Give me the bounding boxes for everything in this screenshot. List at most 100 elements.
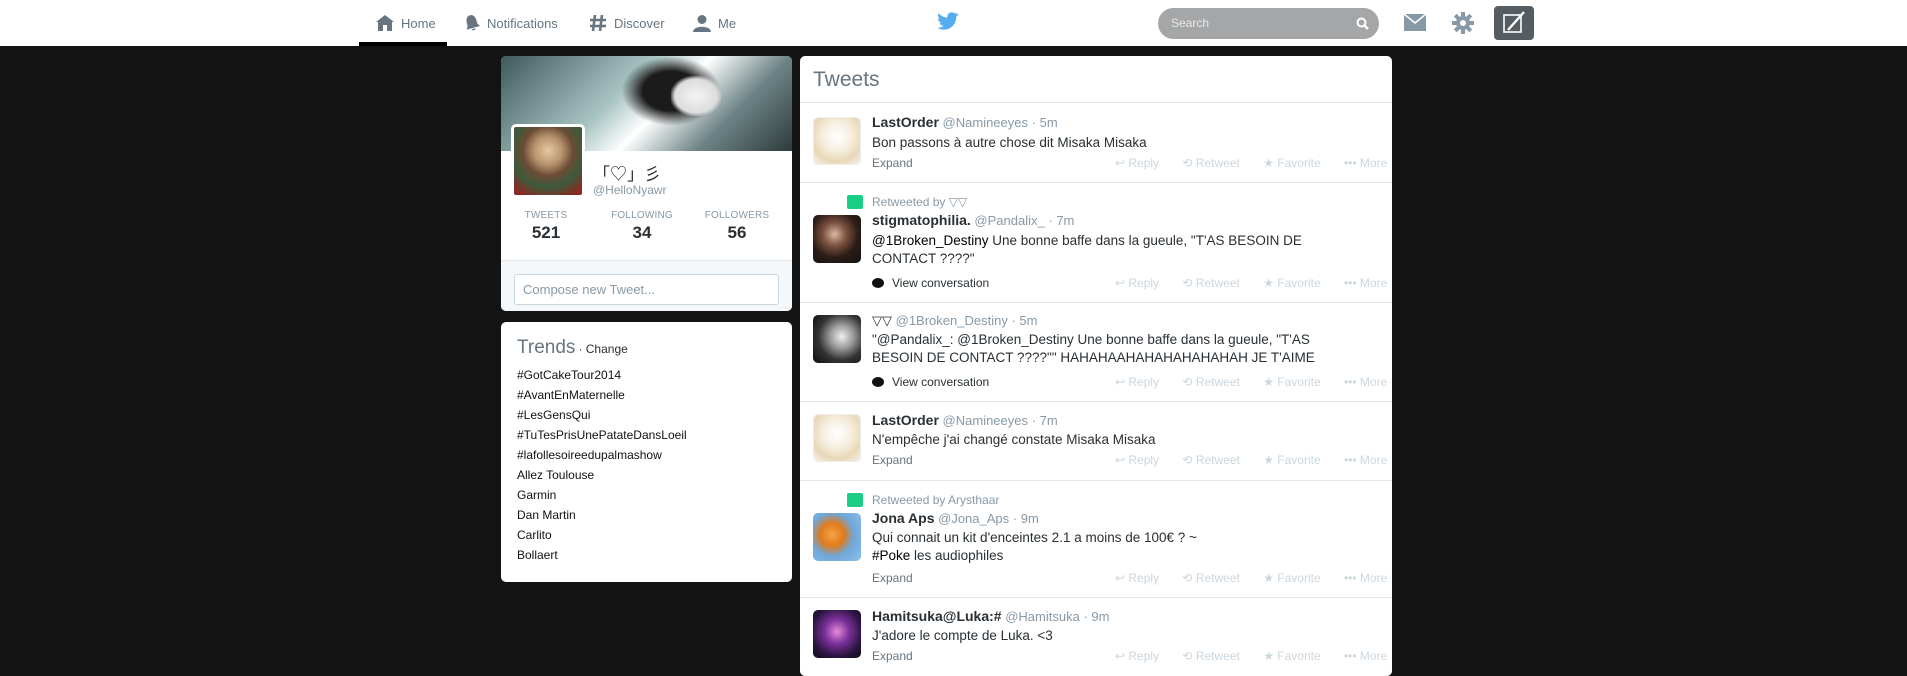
nav-home[interactable]: Home: [375, 0, 436, 46]
tweet-expand-link[interactable]: Expand: [872, 156, 913, 170]
view-conversation-link[interactable]: View conversation: [872, 375, 989, 389]
reply-action[interactable]: ↩ Reply: [1115, 453, 1169, 467]
tweet-author-name[interactable]: Hamitsuka@Luka:#: [872, 608, 1002, 624]
reply-action[interactable]: ↩ Reply: [1115, 375, 1169, 389]
tweet-timestamp[interactable]: 5m: [1019, 313, 1037, 328]
retweet-action[interactable]: ⟲ Retweet: [1182, 276, 1249, 290]
profile-name[interactable]: 「♡」彡: [593, 160, 661, 185]
trend-item[interactable]: #GotCakeTour2014: [517, 368, 621, 382]
favorite-action[interactable]: ★ Favorite: [1263, 375, 1330, 389]
reply-action[interactable]: ↩ Reply: [1115, 276, 1169, 290]
twitter-bird-icon[interactable]: [937, 12, 959, 32]
tweet[interactable]: Retweeted by ▽▽ stigmatophilia. @Pandali…: [800, 183, 1392, 303]
tweet-author-name[interactable]: ▽▽: [872, 313, 892, 328]
tweet-avatar[interactable]: [813, 215, 861, 263]
search-icon[interactable]: [1356, 17, 1369, 30]
tweet-author-name[interactable]: LastOrder: [872, 412, 939, 428]
view-conversation-link[interactable]: View conversation: [872, 276, 989, 290]
tweet-timestamp[interactable]: 7m: [1040, 413, 1058, 428]
favorite-action[interactable]: ★ Favorite: [1263, 453, 1330, 467]
reply-action[interactable]: ↩ Reply: [1115, 571, 1169, 585]
trend-item[interactable]: #LesGensQui: [517, 408, 590, 422]
tweet-author-handle[interactable]: @Jona_Aps: [938, 511, 1009, 526]
retweet-action[interactable]: ⟲ Retweet: [1182, 571, 1249, 585]
tweet-timestamp[interactable]: 9m: [1021, 511, 1039, 526]
trend-item[interactable]: Bollaert: [517, 548, 558, 562]
trend-item[interactable]: Carlito: [517, 528, 552, 542]
reply-action[interactable]: ↩ Reply: [1115, 156, 1169, 170]
separator: ·: [1048, 213, 1053, 228]
profile-handle[interactable]: @HelloNyawr: [593, 183, 667, 197]
favorite-action[interactable]: ★ Favorite: [1263, 156, 1330, 170]
more-action[interactable]: ••• More: [1344, 453, 1392, 467]
trend-item[interactable]: Dan Martin: [517, 508, 576, 522]
more-action[interactable]: ••• More: [1344, 156, 1392, 170]
tweet-avatar[interactable]: [813, 117, 861, 165]
trend-item[interactable]: #AvantEnMaternelle: [517, 388, 625, 402]
view-conversation-label: View conversation: [892, 276, 990, 290]
tweet-timestamp[interactable]: 7m: [1056, 213, 1074, 228]
tweet[interactable]: Retweeted by Arysthaar Jona Aps @Jona_Ap…: [800, 481, 1392, 598]
tweet[interactable]: ▽▽ @1Broken_Destiny · 5m "@Pandalix_: @1…: [800, 303, 1392, 402]
speech-bubble-icon: [872, 377, 884, 387]
tweet-expand-link[interactable]: Expand: [872, 453, 913, 467]
stream-title: Tweets: [800, 56, 1392, 103]
favorite-action[interactable]: ★ Favorite: [1263, 571, 1330, 585]
trend-item[interactable]: Garmin: [517, 488, 556, 502]
retweet-action[interactable]: ⟲ Retweet: [1182, 453, 1249, 467]
tweet-author-handle[interactable]: @Namineeyes: [943, 115, 1028, 130]
trend-item[interactable]: #TuTesPrisUnePatateDansLoeil: [517, 428, 687, 442]
tweet-timestamp[interactable]: 5m: [1040, 115, 1058, 130]
retweet-context-text[interactable]: Retweeted by ▽▽: [872, 195, 967, 209]
more-action[interactable]: ••• More: [1344, 649, 1392, 663]
more-action[interactable]: ••• More: [1344, 571, 1392, 585]
nav-me[interactable]: Me: [692, 0, 736, 46]
tweet-avatar[interactable]: [813, 513, 861, 561]
tweet[interactable]: Hamitsuka@Luka:# @Hamitsuka · 9m J'adore…: [800, 598, 1392, 676]
nav-notifications[interactable]: Notifications: [463, 0, 558, 46]
tweet-avatar[interactable]: [813, 414, 861, 462]
tweet-author-handle[interactable]: @Pandalix_: [974, 213, 1044, 228]
more-action[interactable]: ••• More: [1344, 276, 1392, 290]
compose-tweet-button[interactable]: [1494, 6, 1534, 40]
favorite-action[interactable]: ★ Favorite: [1263, 276, 1330, 290]
tweet-author-name[interactable]: LastOrder: [872, 114, 939, 130]
tweet-author-name[interactable]: stigmatophilia.: [872, 212, 971, 228]
tweet-author-handle[interactable]: @Namineeyes: [943, 413, 1028, 428]
bell-icon: [466, 15, 481, 31]
nav-discover[interactable]: Discover: [588, 0, 665, 46]
trend-item[interactable]: Allez Toulouse: [517, 468, 594, 482]
gear-icon[interactable]: [1452, 12, 1474, 34]
reply-action[interactable]: ↩ Reply: [1115, 649, 1169, 663]
tweet-avatar[interactable]: [813, 315, 861, 363]
search-input[interactable]: Search: [1158, 8, 1379, 39]
tweet[interactable]: LastOrder @Namineeyes · 7m N'empêche j'a…: [800, 402, 1392, 481]
tweet-timestamp[interactable]: 9m: [1091, 609, 1109, 624]
stat-tweets[interactable]: TWEETS 521: [506, 210, 586, 243]
more-action[interactable]: ••• More: [1344, 375, 1392, 389]
favorite-action[interactable]: ★ Favorite: [1263, 649, 1330, 663]
retweet-action[interactable]: ⟲ Retweet: [1182, 375, 1249, 389]
tweet[interactable]: LastOrder @Namineeyes · 5m Bon passons à…: [800, 104, 1392, 183]
tweet-mention[interactable]: @1Broken_Destiny: [872, 233, 989, 248]
tweet-author-name[interactable]: Jona Aps: [872, 510, 935, 526]
trend-item[interactable]: #lafollesoireedupalmashow: [517, 448, 662, 462]
stat-followers[interactable]: FOLLOWERS 56: [697, 210, 777, 243]
tweet-expand-link[interactable]: Expand: [872, 571, 913, 585]
profile-avatar[interactable]: [511, 124, 585, 198]
tweet-avatar[interactable]: [813, 610, 861, 658]
retweet-context-text[interactable]: Retweeted by Arysthaar: [872, 493, 999, 507]
separator: ·: [1011, 313, 1016, 328]
reply-label: Reply: [1128, 156, 1160, 170]
compose-tweet-input[interactable]: Compose new Tweet...: [514, 274, 779, 305]
retweet-action[interactable]: ⟲ Retweet: [1182, 156, 1249, 170]
retweet-action[interactable]: ⟲ Retweet: [1182, 649, 1249, 663]
tweet-hashtag[interactable]: #Poke: [872, 548, 910, 563]
trends-change-link[interactable]: · Change: [578, 342, 627, 356]
tweet-expand-link[interactable]: Expand: [872, 649, 913, 663]
messages-icon[interactable]: [1404, 14, 1426, 32]
tweet-author-handle[interactable]: @Hamitsuka: [1005, 609, 1080, 624]
tweet-author-handle[interactable]: @1Broken_Destiny: [896, 313, 1008, 328]
stat-following[interactable]: FOLLOWING 34: [602, 210, 682, 243]
tweet-header: Hamitsuka@Luka:# @Hamitsuka · 9m: [872, 608, 1109, 624]
